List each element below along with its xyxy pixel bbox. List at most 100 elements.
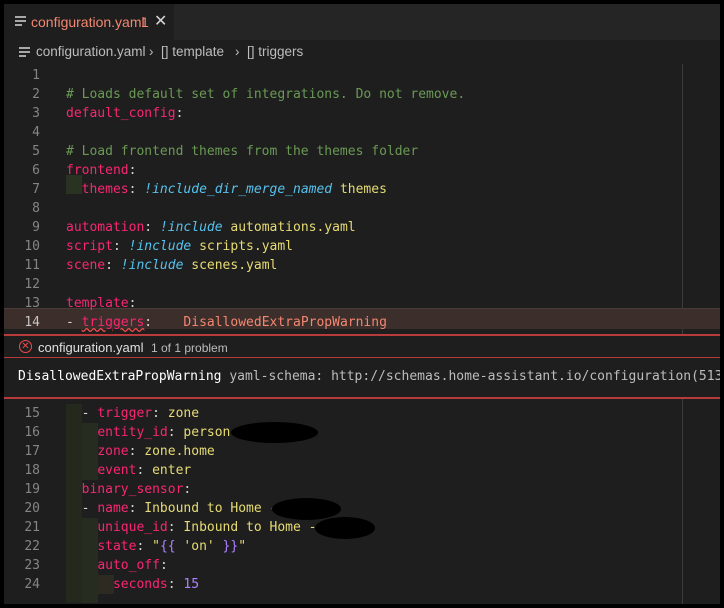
code-token: auto_off [97, 558, 160, 573]
code-token: zone [167, 406, 200, 421]
code-token: frontend [66, 163, 129, 178]
code-token: !include [159, 220, 223, 235]
chevron-right-icon: › [235, 44, 240, 59]
peek-filename[interactable]: configuration.yaml [38, 340, 144, 355]
code-line[interactable]: 18 event: enter [4, 461, 720, 480]
error-icon: ✕ [19, 340, 32, 353]
code-line[interactable]: 15 - trigger: zone [4, 404, 720, 423]
code-token: : [152, 406, 168, 421]
code-line[interactable]: 10 script: !include scripts.yaml [4, 237, 720, 256]
line-number: 17 [24, 444, 40, 459]
code-line[interactable]: 13 template: [4, 294, 720, 313]
code-line[interactable]: 14 - triggers: DisallowedExtraPropWarning [4, 313, 720, 332]
code-line[interactable]: 9 automation: !include automations.yaml [4, 218, 720, 237]
tab-configuration-yaml[interactable]: configuration.yaml 1 ✕ [4, 4, 174, 40]
code-line[interactable]: 19 binary_sensor: [4, 480, 720, 499]
code-token: binary_sensor [81, 482, 184, 497]
code-token: : [128, 296, 137, 311]
code-token: zone [97, 444, 129, 459]
code-token: : [128, 182, 145, 197]
code-line[interactable]: 17 zone: zone.home [4, 442, 720, 461]
line-number: 3 [32, 106, 40, 121]
file-lines-icon [15, 16, 26, 27]
line-number: 11 [24, 258, 40, 273]
code-token: - [66, 501, 98, 516]
redaction-blot [272, 498, 341, 520]
line-number: 4 [32, 125, 40, 140]
code-text: script: !include scripts.yaml [66, 237, 293, 256]
editor-window: configuration.yaml 1 ✕ configuration.yam… [4, 4, 720, 604]
code-line[interactable]: 2 # Loads default set of integrations. Do… [4, 85, 720, 104]
code-text: event: enter [66, 461, 191, 480]
code-line[interactable]: 20 - name: Inbound to Home - [4, 499, 720, 518]
problem-message[interactable]: DisallowedExtraPropWarning yaml-schema: … [18, 369, 720, 384]
code-token: unique_id [97, 520, 168, 535]
line-number: 5 [32, 144, 40, 159]
line-number: 7 [32, 182, 40, 197]
code-line[interactable]: 16 entity_id: person. [4, 423, 720, 442]
redaction-blot [315, 517, 375, 539]
code-token: seconds [112, 577, 168, 592]
code-token: # Load frontend themes from the themes f… [66, 144, 419, 159]
code-line[interactable]: 3 default_config: [4, 104, 720, 123]
code-token: state [97, 539, 137, 554]
line-number: 16 [24, 425, 40, 440]
code-text: seconds: 15 [66, 575, 199, 594]
code-token: : [128, 444, 145, 459]
code-line[interactable]: 11 scene: !include scenes.yaml [4, 256, 720, 275]
code-token: {{ [159, 539, 184, 554]
close-icon[interactable]: ✕ [154, 11, 167, 31]
code-token: automations.yaml [222, 220, 356, 235]
code-token: : [112, 239, 129, 254]
line-number: 19 [24, 482, 40, 497]
code-token: zone.home [144, 444, 215, 459]
code-token: : [128, 163, 137, 178]
breadcrumb-template[interactable]: [] template [161, 44, 224, 59]
code-token: themes [81, 182, 129, 197]
code-token: trigger [97, 406, 153, 421]
code-line[interactable]: 12 [4, 275, 720, 294]
code-token: : [136, 539, 153, 554]
code-token: default_config [66, 106, 176, 121]
code-text: template: [66, 294, 136, 313]
breadcrumb-file[interactable]: configuration.yaml [36, 44, 146, 59]
code-token: " [238, 539, 247, 554]
line-number: 23 [24, 558, 40, 573]
breadcrumb-triggers[interactable]: [] triggers [247, 44, 303, 59]
code-token: : [128, 501, 145, 516]
tab-filename: configuration.yaml [31, 14, 145, 30]
line-number: 12 [24, 277, 40, 292]
line-number: 8 [32, 201, 40, 216]
problem-message-key: DisallowedExtraPropWarning [18, 369, 222, 384]
chevron-right-icon: › [149, 44, 154, 59]
code-text: - name: Inbound to Home - [66, 499, 278, 518]
code-line[interactable]: 6 frontend: [4, 161, 720, 180]
redaction-blot [231, 422, 318, 443]
code-token: event [97, 463, 137, 478]
code-line[interactable]: 4 [4, 123, 720, 142]
breadcrumb: configuration.yaml › [] template › [] tr… [4, 40, 720, 64]
code-line[interactable]: 23 auto_off: [4, 556, 720, 575]
code-token: template [66, 296, 129, 311]
code-text: - triggers: DisallowedExtraPropWarning [66, 313, 387, 332]
line-number: 13 [24, 296, 40, 311]
code-line[interactable]: 22 state: "{{ 'on' }}" [4, 537, 720, 556]
code-line[interactable]: 8 [4, 199, 720, 218]
code-line[interactable]: 1 [4, 66, 720, 85]
code-line[interactable]: 5 # Load frontend themes from the themes … [4, 142, 720, 161]
line-number: 2 [32, 87, 40, 102]
code-line[interactable]: 7 themes: !include_dir_merge_named theme… [4, 180, 720, 199]
code-line[interactable]: 24 seconds: 15 [4, 575, 720, 594]
code-text: themes: !include_dir_merge_named themes [66, 180, 387, 199]
code-token: automation [66, 220, 145, 235]
code-token: Inbound to Home - [144, 501, 278, 516]
code-token: # Loads default set of integrations. Do … [66, 87, 466, 102]
code-token: : [167, 520, 184, 535]
code-text: # Load frontend themes from the themes f… [66, 142, 418, 161]
line-number: 24 [24, 577, 40, 592]
